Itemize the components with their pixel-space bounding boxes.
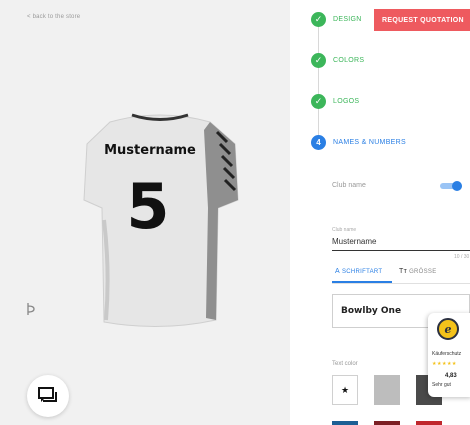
club-name-toggle-label: Club name bbox=[332, 182, 366, 189]
product-viewer: < back to the store Mustername 5 bbox=[0, 0, 290, 425]
font-select-value: Bowlby One bbox=[341, 306, 402, 316]
steps-connector bbox=[318, 20, 319, 148]
rotate-icon[interactable] bbox=[26, 302, 36, 319]
club-name-input[interactable] bbox=[330, 234, 470, 248]
step-label: NAMES & NUMBERS bbox=[333, 139, 406, 146]
color-swatch-maroon[interactable] bbox=[374, 421, 400, 425]
tab-groesse[interactable]: Tт GRÖSSE bbox=[399, 268, 437, 275]
step-names-numbers[interactable]: 4 NAMES & NUMBERS bbox=[311, 135, 406, 150]
club-name-field-label: Club name bbox=[332, 227, 357, 233]
size-tab-icon: Tт bbox=[399, 268, 408, 275]
font-tab-icon: A bbox=[335, 268, 340, 275]
color-swatch-grey[interactable] bbox=[374, 375, 400, 405]
request-quotation-button[interactable]: REQUEST QUOTATION bbox=[374, 9, 470, 31]
color-swatch-red[interactable] bbox=[416, 421, 442, 425]
selected-star-icon: ★ bbox=[340, 384, 350, 395]
checkmark-icon: ✓ bbox=[311, 12, 326, 27]
trusted-shops-logo-icon: e bbox=[437, 318, 459, 340]
step-label: LOGOS bbox=[333, 98, 360, 105]
step-logos[interactable]: ✓ LOGOS bbox=[311, 94, 359, 109]
step-design[interactable]: ✓ DESIGN bbox=[311, 12, 362, 27]
step-colors[interactable]: ✓ COLORS bbox=[311, 53, 364, 68]
step-number-badge: 4 bbox=[311, 135, 326, 150]
trusted-shops-badge[interactable]: e Käuferschutz ★★★★★ 4,83 Sehr gut bbox=[428, 313, 470, 397]
tab-label: GRÖSSE bbox=[409, 269, 437, 275]
character-counter: 10 / 30 bbox=[454, 254, 470, 260]
chat-icon bbox=[38, 387, 57, 402]
jersey-3d-model[interactable]: Mustername 5 bbox=[70, 100, 250, 340]
back-to-store-link[interactable]: < back to the store bbox=[27, 14, 80, 20]
rating-text: Sehr gut bbox=[432, 382, 451, 388]
jersey-number-text: 5 bbox=[126, 170, 169, 243]
rating-score: 4,83 bbox=[445, 373, 457, 379]
chat-button[interactable] bbox=[27, 375, 69, 417]
jersey-name-text: Mustername bbox=[104, 143, 196, 158]
text-color-label: Text color bbox=[332, 361, 358, 367]
tab-label: SCHRIFTART bbox=[341, 269, 383, 275]
step-label: DESIGN bbox=[333, 16, 362, 23]
badge-protection-text: Käuferschutz bbox=[432, 351, 462, 357]
rating-stars-icon: ★★★★★ bbox=[432, 361, 457, 367]
input-underline bbox=[332, 250, 470, 251]
checkmark-icon: ✓ bbox=[311, 53, 326, 68]
toggle-knob bbox=[452, 181, 462, 191]
club-name-toggle[interactable] bbox=[440, 181, 462, 191]
color-swatch-white[interactable]: ★ bbox=[332, 375, 358, 405]
checkmark-icon: ✓ bbox=[311, 94, 326, 109]
tabs-divider bbox=[332, 283, 470, 284]
configurator-panel: ✓ DESIGN ✓ COLORS ✓ LOGOS 4 NAMES & NUMB… bbox=[290, 0, 470, 425]
tab-schriftart[interactable]: A SCHRIFTART bbox=[335, 268, 382, 275]
step-label: COLORS bbox=[333, 57, 365, 64]
color-swatch-blue[interactable] bbox=[332, 421, 358, 425]
